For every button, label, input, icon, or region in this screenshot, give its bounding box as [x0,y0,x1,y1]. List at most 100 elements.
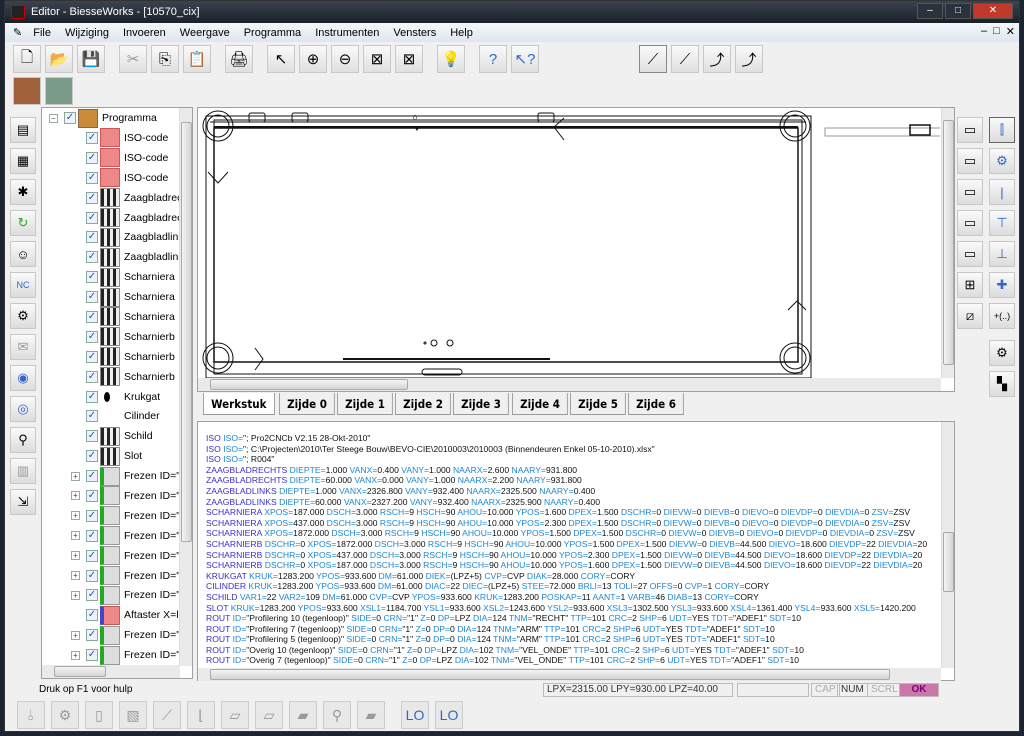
code-text[interactable]: ISO ISO="; Pro2CNCb V2.15 28-Okt-2010" IS… [206,433,942,667]
vertical-drill-icon[interactable]: | [989,179,1015,205]
face-5-icon[interactable]: ⊞ [957,272,983,298]
tree-item[interactable]: ✓ Cilinder [42,406,192,426]
checkbox[interactable]: ✓ [86,589,98,602]
minimize-button[interactable]: – [917,3,943,19]
checker-icon[interactable]: ▚ [989,371,1015,397]
bug-icon[interactable]: ✱ [10,179,36,205]
checkbox[interactable]: ✓ [86,390,98,403]
tree-item[interactable]: ✓ Zaagbladlinl [42,247,192,267]
tree-item[interactable]: ✓ Schild [42,426,192,446]
macro-icon[interactable]: +(..) [989,303,1015,329]
tool-icon[interactable]: ⚲ [10,427,36,453]
checkbox[interactable]: ✓ [86,251,98,264]
tree-item[interactable]: ✓ Scharnierb [42,367,192,387]
machine-icon[interactable] [45,77,73,105]
b-tool-5-icon[interactable]: ⟋ [153,701,181,729]
b-tool-8-icon[interactable]: ▱ [255,701,283,729]
tab-werkstuk[interactable]: Werkstuk [203,393,275,415]
list-icon[interactable]: ▦ [10,148,36,174]
expand-icon[interactable]: + [71,531,80,541]
b-tool-10-icon[interactable]: ⚲ [323,701,351,729]
b-tool-6-icon[interactable]: ⌊ [187,701,215,729]
face-3-icon[interactable]: ▭ [957,210,983,236]
cross-tool-icon[interactable]: ✚ [989,272,1015,298]
view-1-icon[interactable]: ⊠ [363,45,391,73]
tree-item[interactable]: ✓ Scharnierb [42,347,192,367]
checkbox[interactable]: ✓ [64,112,76,124]
b-tool-3-icon[interactable]: ▯ [85,701,113,729]
checkbox[interactable]: ✓ [86,291,98,304]
menu-vensters[interactable]: Vensters [386,27,443,39]
gear-icon[interactable]: ⚙ [989,148,1015,174]
b-lo-2-icon[interactable]: LO [435,701,463,729]
tree-item[interactable]: ✓ ISO-code [42,148,192,168]
saw-icon[interactable]: ⊥ [989,241,1015,267]
tree-vscrollbar[interactable] [179,108,192,666]
tree-item[interactable]: ✓ ISO-code [42,128,192,148]
tab-zijde-4[interactable]: Zijde 4 [511,393,568,415]
open-folder-icon[interactable]: 📂 [45,45,73,73]
search-icon[interactable]: ◎ [10,396,36,422]
tree-item[interactable]: + ✓ Frezen ID="F [42,486,192,506]
tree-item[interactable]: ✓ Zaagbladrec [42,208,192,228]
collapse-icon[interactable]: − [49,113,58,123]
tree-item[interactable]: + ✓ Frezen ID="A [42,625,192,645]
tree-item[interactable]: ✓ Scharnierb [42,327,192,347]
checkbox[interactable]: ✓ [86,489,98,502]
tree-item[interactable]: ✓ Zaagbladrec [42,188,192,208]
expand-icon[interactable]: + [71,471,80,481]
tree-item[interactable]: ✓ Scharniera [42,267,192,287]
tool-1-icon[interactable]: ⟋ [639,45,667,73]
tab-zijde-1[interactable]: Zijde 1 [336,393,393,415]
menu-instrumenten[interactable]: Instrumenten [308,27,386,39]
b-lo-1-icon[interactable]: LO [401,701,429,729]
tree-item[interactable]: + ✓ Frezen ID="F [42,506,192,526]
checkbox[interactable]: ✓ [86,569,98,582]
checkbox[interactable]: ✓ [86,211,98,224]
b-tool-7-icon[interactable]: ▱ [221,701,249,729]
checkbox[interactable]: ✓ [86,529,98,542]
rotate-icon[interactable]: ↻ [10,210,36,236]
b-tool-4-icon[interactable]: ▧ [119,701,147,729]
face-top-icon[interactable]: ▭ [957,117,983,143]
tree-item[interactable]: ✓ Scharniera [42,287,192,307]
expand-icon[interactable]: + [71,491,80,501]
checkbox[interactable]: ✓ [86,609,98,622]
drawing-view[interactable]: 0 [197,107,955,392]
mdi-minimize-button[interactable]: – [981,25,987,38]
piece-icon[interactable]: ▤ [10,117,36,143]
new-file-icon[interactable]: 🗋 [13,45,41,73]
tree-item[interactable]: ✓ Krukgat [42,387,192,407]
checkbox[interactable]: ✓ [86,549,98,562]
code-vscrollbar[interactable] [941,422,954,668]
nc-icon[interactable]: NC [10,272,36,298]
checkbox[interactable]: ✓ [86,151,98,164]
gears-icon[interactable]: ⚙ [10,303,36,329]
checkbox[interactable]: ✓ [86,430,98,443]
tree-item[interactable]: ✓ Scharniera [42,307,192,327]
tab-zijde-3[interactable]: Zijde 3 [453,393,510,415]
settings-icon[interactable]: ⚙ [989,340,1015,366]
globe-icon[interactable]: ◉ [10,365,36,391]
paste-icon[interactable]: 📋 [183,45,211,73]
face-6-icon[interactable]: ⧄ [957,303,983,329]
checkbox[interactable]: ✓ [86,370,98,383]
zoom-in-icon[interactable]: ⊕ [299,45,327,73]
tree-item[interactable]: + ✓ Frezen ID="C [42,546,192,566]
checkbox[interactable]: ✓ [86,410,98,423]
tab-zijde-5[interactable]: Zijde 5 [569,393,626,415]
drill-icon[interactable]: ⫿ [989,117,1015,143]
tree-item[interactable]: + ✓ Frezen ID="C [42,566,192,586]
face-2-icon[interactable]: ▭ [957,179,983,205]
drawing-hscrollbar[interactable] [198,378,941,391]
maximize-button[interactable]: □ [945,3,971,19]
mdi-restore-button[interactable]: □ [993,25,1000,38]
drawing-vscrollbar[interactable] [941,108,954,378]
tree-item[interactable]: + ✓ Frezen ID="C [42,526,192,546]
tree-item[interactable]: + ✓ Frezen ID="A [42,645,192,665]
menu-invoeren[interactable]: Invoeren [116,27,173,39]
b-tool-1-icon[interactable]: ⫰ [17,701,45,729]
menu-file[interactable]: File [26,27,58,39]
pointer-icon[interactable]: ↖ [267,45,295,73]
router-icon[interactable]: ⊤ [989,210,1015,236]
